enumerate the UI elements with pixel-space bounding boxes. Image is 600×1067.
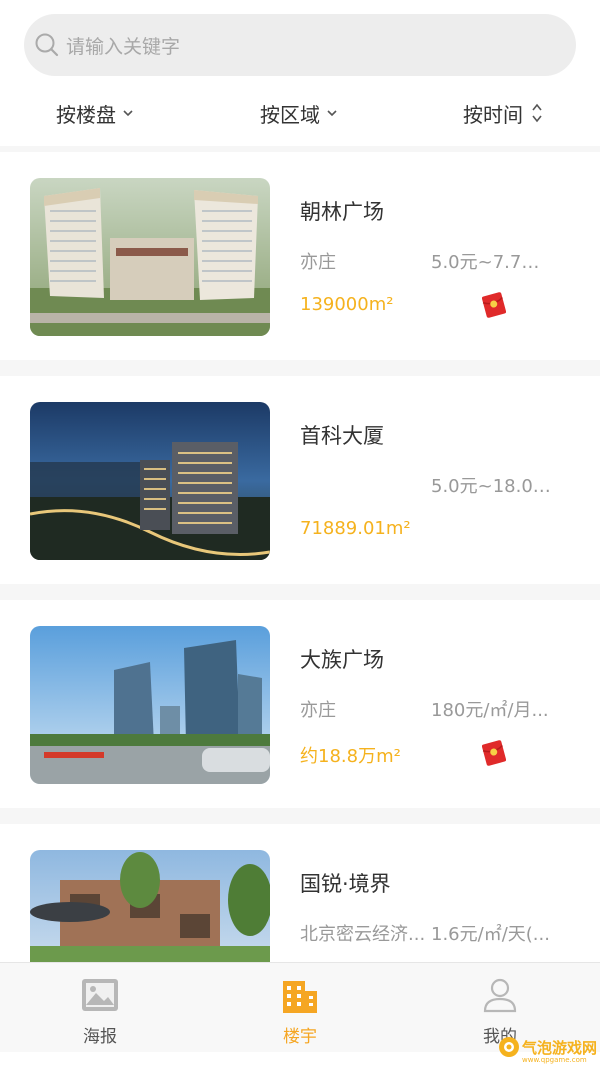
chevron-down-icon — [123, 110, 133, 117]
building-photo — [30, 626, 270, 784]
filter-label: 按楼盘 — [56, 102, 116, 127]
building-price: 180元/㎡/月... — [431, 700, 549, 721]
building-size: 139000m² — [300, 294, 394, 315]
tab-poster[interactable]: 海报 — [0, 963, 200, 1053]
tab-building[interactable]: 楼宇 — [200, 963, 400, 1053]
building-price: 5.0元~7.7元/... — [431, 252, 557, 273]
search-icon — [35, 33, 59, 57]
tab-label: 楼宇 — [283, 1027, 317, 1047]
building-area: 北京密云经济... — [300, 924, 426, 945]
building-name: 首科大厦 — [300, 424, 384, 448]
image-icon — [82, 979, 118, 1011]
watermark: 气泡游戏网 www.qpgame.com — [498, 1036, 598, 1064]
building-name: 朝林广场 — [300, 200, 384, 224]
building-price: 1.6元/㎡/天(... — [431, 924, 550, 945]
filter-by-time[interactable]: 按时间 — [463, 90, 543, 136]
header: 请输入关键字 按楼盘 按区域 按时间 — [0, 0, 600, 146]
watermark-text: 气泡游戏网 — [522, 1038, 598, 1057]
tab-label: 海报 — [83, 1027, 117, 1047]
sort-icon — [532, 103, 542, 123]
building-area: 亦庄 — [300, 252, 336, 273]
filter-by-building[interactable]: 按楼盘 — [56, 90, 134, 136]
building-name: 国锐·境界 — [300, 872, 391, 896]
building-name: 大族广场 — [300, 648, 384, 672]
filter-label: 按时间 — [463, 102, 523, 127]
building-icon — [283, 981, 317, 1013]
search-bar[interactable]: 请输入关键字 — [24, 14, 576, 76]
building-card[interactable]: 大族广场 亦庄 180元/㎡/月... 约18.8万m² — [0, 600, 600, 808]
building-area: 亦庄 — [300, 700, 336, 721]
search-input[interactable]: 请输入关键字 — [66, 32, 180, 59]
building-photo — [30, 402, 270, 560]
filter-bar: 按楼盘 按区域 按时间 — [0, 90, 600, 136]
building-photo — [30, 178, 270, 336]
filter-by-region[interactable]: 按区域 — [260, 90, 338, 136]
red-packet-icon[interactable] — [482, 740, 506, 766]
filter-label: 按区域 — [260, 102, 320, 127]
red-packet-icon[interactable] — [482, 292, 506, 318]
chevron-down-icon — [327, 110, 337, 117]
building-price: 5.0元~18.0元... — [431, 476, 557, 497]
building-size: 约18.8万m² — [300, 746, 401, 767]
watermark-subtext: www.qpgame.com — [522, 1056, 587, 1064]
building-card[interactable]: 首科大厦 5.0元~18.0元... 71889.01m² — [0, 376, 600, 584]
user-icon — [483, 978, 517, 1013]
watermark-logo-icon — [499, 1037, 519, 1057]
building-card[interactable]: 朝林广场 亦庄 5.0元~7.7元/... 139000m² — [0, 152, 600, 360]
building-size: 71889.01m² — [300, 518, 411, 539]
